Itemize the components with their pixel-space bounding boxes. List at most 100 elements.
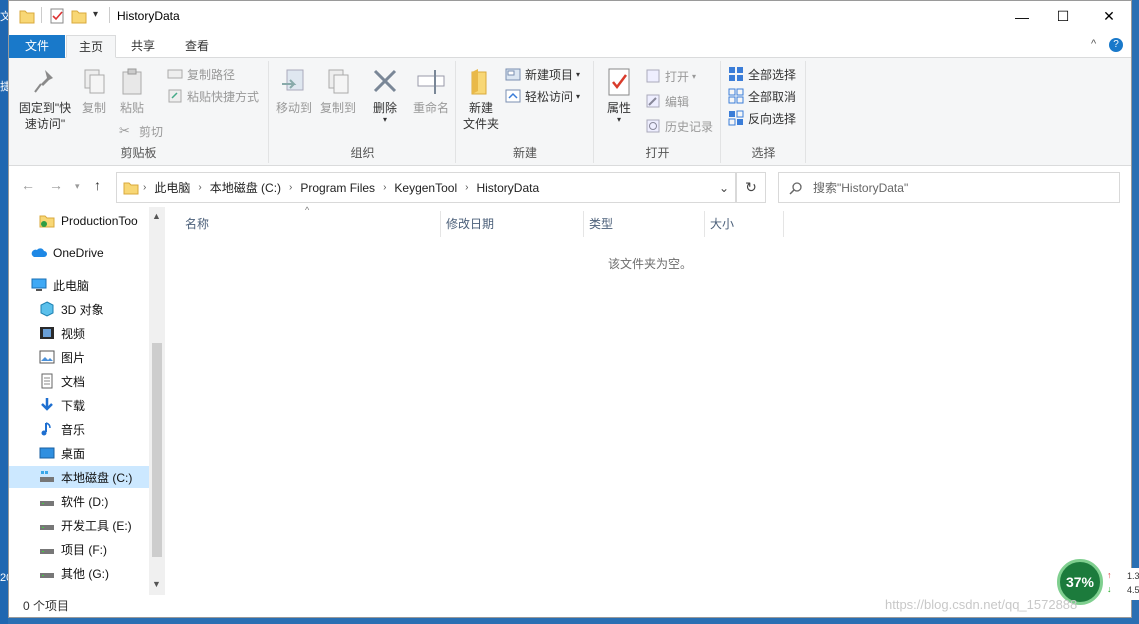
tab-file[interactable]: 文件 (9, 35, 65, 58)
nav-label: 开发工具 (E:) (61, 518, 132, 533)
chevron-right-icon[interactable]: › (465, 182, 468, 193)
nav-item-drive-f[interactable]: 项目 (F:) (39, 538, 107, 560)
properties-label: 属性 (606, 101, 631, 115)
customize-quick-access-icon[interactable]: ▾ (93, 9, 98, 27)
tab-home[interactable]: 主页 (66, 35, 117, 58)
column-divider[interactable] (783, 211, 784, 237)
properties-icon (608, 68, 630, 96)
column-header-type[interactable]: 类型 (589, 215, 613, 232)
address-bar[interactable]: › 此电脑 › 本地磁盘 (C:) › Program Files › Keyg… (116, 172, 736, 203)
nav-label: 项目 (F:) (61, 542, 107, 557)
cut-button[interactable]: ✂ 剪切 (119, 121, 163, 141)
tab-share[interactable]: 共享 (119, 35, 167, 58)
pin-icon (34, 70, 53, 93)
nav-item-documents[interactable]: 文档 (39, 370, 85, 392)
nav-item-drive-d[interactable]: 软件 (D:) (39, 490, 108, 512)
chevron-right-icon[interactable]: › (198, 182, 201, 193)
properties-button[interactable]: 属性 ▾ (599, 66, 639, 124)
breadcrumb-program-files[interactable]: Program Files (300, 181, 375, 195)
nav-item-local-disk-c[interactable]: 本地磁盘 (C:) (9, 466, 149, 488)
search-input[interactable]: 搜索"HistoryData" (778, 172, 1120, 203)
select-all-button[interactable]: 全部选择 (728, 64, 796, 84)
forward-arrow-icon[interactable]: → (49, 177, 63, 193)
scrollbar-thumb[interactable] (152, 343, 162, 557)
collapse-ribbon-icon[interactable]: ^ (1091, 38, 1096, 50)
copy-to-button[interactable]: 复制到 (318, 66, 358, 116)
column-divider[interactable] (704, 211, 705, 237)
copy-button[interactable]: 复制 (77, 66, 111, 116)
invert-selection-button[interactable]: 反向选择 (728, 108, 796, 128)
breadcrumb-historydata[interactable]: HistoryData (476, 181, 539, 195)
new-item-button[interactable]: 新建项目 ▾ (505, 64, 580, 84)
chevron-right-icon[interactable]: › (289, 182, 292, 193)
rename-button[interactable]: 重命名 (410, 66, 452, 116)
nav-item-productiontool[interactable]: ProductionToo (39, 210, 138, 232)
maximize-button[interactable]: ☐ (1040, 1, 1086, 32)
nav-item-desktop[interactable]: 桌面 (39, 442, 85, 464)
close-button[interactable]: ✕ (1086, 1, 1132, 32)
nav-item-drive-e[interactable]: 开发工具 (E:) (39, 514, 132, 536)
scroll-up-icon[interactable]: ▲ (152, 211, 161, 221)
help-icon[interactable]: ? (1109, 38, 1123, 52)
paste-button[interactable]: 粘贴 (115, 66, 149, 116)
nav-item-drive-g[interactable]: 其他 (G:) (39, 562, 109, 584)
download-arrow-icon (41, 398, 53, 411)
delete-label: 删除 (372, 101, 397, 115)
drive-icon (40, 501, 54, 506)
pin-quick-access-button[interactable]: 固定到"快 速访问" (15, 66, 75, 132)
nav-item-videos[interactable]: 视频 (39, 322, 85, 344)
back-arrow-icon[interactable]: ← (21, 177, 35, 193)
nav-item-music[interactable]: 音乐 (39, 418, 85, 440)
select-all-label: 全部选择 (748, 67, 797, 82)
new-folder-button[interactable]: 新建 文件夹 (461, 66, 501, 132)
edit-button[interactable]: 编辑 (645, 91, 689, 111)
minimize-button[interactable]: — (999, 1, 1045, 32)
new-folder-quick-icon[interactable] (71, 7, 87, 25)
new-item-dropdown-icon: ▾ (576, 69, 581, 79)
window-title: HistoryData (117, 9, 180, 23)
edit-pencil-icon (646, 94, 660, 108)
delete-dropdown-icon: ▾ (382, 115, 387, 124)
nav-item-downloads[interactable]: 下载 (39, 394, 85, 416)
nav-item-this-pc[interactable]: 此电脑 (31, 274, 89, 296)
chevron-right-icon[interactable]: › (143, 182, 146, 193)
up-arrow-icon[interactable]: ↑ (94, 177, 101, 193)
select-none-button[interactable]: 全部取消 (728, 86, 796, 106)
column-header-name[interactable]: 名称 (185, 215, 209, 232)
copy-path-button[interactable]: 复制路径 (167, 64, 235, 84)
history-button[interactable]: 历史记录 (645, 116, 713, 136)
nav-item-pictures[interactable]: 图片 (39, 346, 85, 368)
column-divider[interactable] (440, 211, 441, 237)
breadcrumb-keygentool[interactable]: KeygenTool (394, 181, 457, 195)
nav-label: 桌面 (61, 446, 86, 461)
delete-button[interactable]: 删除 ▾ (368, 66, 402, 124)
paste-shortcut-button[interactable]: 粘贴快捷方式 (167, 86, 259, 106)
column-header-size[interactable]: 大小 (710, 215, 734, 232)
address-dropdown-icon[interactable]: ⌄ (719, 181, 729, 195)
select-none-label: 全部取消 (748, 89, 797, 104)
tab-view[interactable]: 查看 (173, 35, 221, 58)
column-header-modified[interactable]: 修改日期 (446, 215, 494, 232)
easy-access-button[interactable]: 轻松访问 ▾ (505, 86, 580, 106)
scroll-down-icon[interactable]: ▼ (152, 579, 161, 589)
copy-icon (84, 69, 105, 94)
move-to-button[interactable]: 移动到 (274, 66, 314, 116)
breadcrumb-this-pc[interactable]: 此电脑 (154, 179, 190, 196)
explorer-window: ▾ HistoryData — ☐ ✕ 文件 主页 共享 查看 ^ ? 固定到"… (8, 0, 1132, 618)
nav-scrollbar[interactable]: ▲ ▼ (149, 207, 165, 595)
open-button[interactable]: 打开 ▾ (645, 66, 696, 86)
nav-item-3d-objects[interactable]: 3D 对象 (39, 298, 104, 320)
delete-x-icon (373, 69, 397, 93)
nav-item-onedrive[interactable]: OneDrive (31, 242, 104, 264)
download-arrow-icon: ↓ (1107, 584, 1112, 594)
breadcrumb-local-disk[interactable]: 本地磁盘 (C:) (210, 179, 281, 196)
copy-label: 复制 (81, 101, 106, 115)
column-divider[interactable] (583, 211, 584, 237)
paste-shortcut-label: 粘贴快捷方式 (187, 89, 260, 104)
properties-quick-icon[interactable] (49, 7, 65, 25)
chevron-right-icon[interactable]: › (383, 182, 386, 193)
recent-locations-icon[interactable]: ▾ (75, 181, 80, 192)
refresh-button[interactable]: ↻ (736, 172, 766, 203)
new-folder-icon (471, 69, 487, 95)
empty-folder-message: 该文件夹为空。 (608, 257, 693, 271)
